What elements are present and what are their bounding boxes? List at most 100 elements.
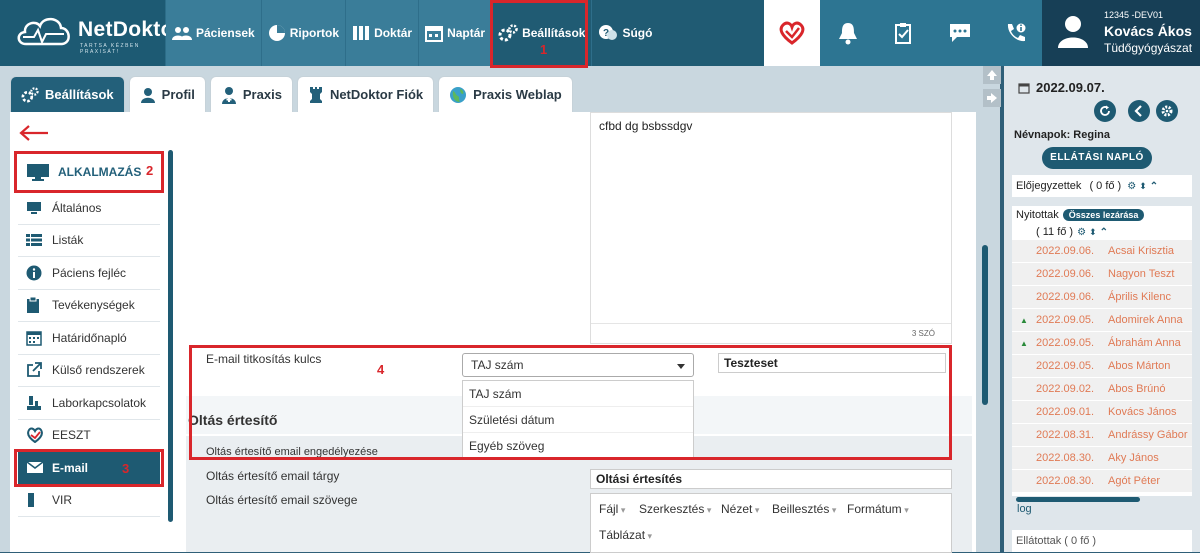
bell-icon (839, 23, 857, 45)
sidebar-item-altalanos[interactable]: Általános (18, 192, 160, 225)
nav-naptar[interactable]: Naptár (419, 0, 493, 66)
nav-paciensek[interactable]: Páciensek (166, 0, 262, 66)
sidebar-item-label: EESZT (52, 428, 91, 443)
list-item[interactable]: 2022.09.01. Kovács János (1012, 401, 1192, 424)
tab-praxis[interactable]: Praxis (209, 76, 293, 112)
sidebar-item-listak[interactable]: Listák (18, 225, 160, 257)
sidebar-item-eeszt[interactable]: EESZT (18, 420, 160, 452)
collapse-icon[interactable]: ⌃ (1100, 227, 1108, 238)
log-link[interactable]: log (1017, 503, 1032, 515)
sidebar-item-label: Tevékenységek (52, 298, 135, 313)
list-item[interactable]: 2022.09.05. Abos Márton (1012, 355, 1192, 378)
email-key-select[interactable]: TAJ szám (462, 353, 694, 377)
arrow-up-icon (987, 70, 997, 80)
booked-header[interactable]: Előjegyzettek ( 0 fő ) ⚙ ⬍ ⌃ (1012, 175, 1192, 197)
tab-label: NetDoktor Fiók (329, 87, 424, 102)
menu-formatum[interactable]: Formátum ▾ (847, 502, 909, 516)
messages-button[interactable] (932, 0, 988, 66)
sort-icon[interactable]: ⬍ (1139, 181, 1147, 192)
sidebar-item-tevekenysegek[interactable]: Tevékenységek (18, 290, 160, 322)
tab-profil[interactable]: Profil (128, 76, 206, 112)
prev-button[interactable] (1128, 100, 1150, 122)
nav-doktar[interactable]: Doktár (346, 0, 420, 66)
oltas-subject-input[interactable]: Oltási értesítés (590, 469, 952, 489)
user-profile[interactable]: 12345 -DEV01 Kovács Ákos Tüdőgyógyászat (1042, 0, 1200, 66)
scroll-right-button[interactable] (983, 89, 1001, 107)
globe-icon (450, 86, 467, 103)
open-patient-list: 2022.09.06. Acsai Krisztia 2022.09.06. Nag… (1012, 240, 1192, 496)
monitor-icon (26, 201, 46, 215)
gear-icon[interactable]: ⚙ (1077, 227, 1086, 238)
gear-icon[interactable]: ⚙ (1127, 181, 1136, 192)
arrow-right-icon (987, 93, 997, 103)
tab-praxis-weblap[interactable]: Praxis Weblap (438, 76, 573, 112)
sort-icon[interactable]: ⬍ (1089, 227, 1097, 238)
menu-szerkesztes[interactable]: Szerkesztés ▾ (639, 502, 711, 516)
sidebar-scrollbar[interactable] (168, 150, 173, 522)
sidebar-item-email[interactable]: E-mail (18, 452, 160, 485)
email-key-custom-input[interactable]: Teszteset (718, 353, 946, 373)
collapse-icon[interactable]: ⌃ (1150, 181, 1158, 192)
nav-label: Doktár (374, 26, 413, 40)
calls-button[interactable] (988, 0, 1044, 66)
tab-beallitasok[interactable]: Beállítások (10, 76, 125, 112)
list-item[interactable]: 2022.08.30. Aky János (1012, 447, 1192, 470)
menu-nezet[interactable]: Nézet ▾ (721, 502, 759, 516)
editor-text: cfbd dg bsbssdgv (599, 119, 693, 133)
list-item[interactable]: 2022.08.30. Agót Péter (1012, 470, 1192, 493)
top-bar: NetDoktor TARTSA KÉZBEN PRAXISÁT! Pácien… (0, 0, 1200, 66)
dropdown-option-egyeb-szoveg[interactable]: Egyéb szöveg (463, 433, 693, 459)
sidebar-group-alkalmazas[interactable]: ALKALMAZÁS (18, 152, 160, 192)
booked-count: ( 0 fő ) (1089, 180, 1122, 192)
info-icon (26, 265, 46, 281)
list-scrollbar[interactable] (1016, 497, 1140, 502)
list-item[interactable]: ▲ 2022.09.05. Ábrahám Anna (1012, 332, 1192, 355)
app-tagline: TARTSA KÉZBEN PRAXISÁT! (80, 43, 140, 55)
close-all-button[interactable]: Összes lezárása (1062, 209, 1145, 221)
right-panel: 2022.09.07. Névnapok: Regina ELLÁTÁSI NA… (1004, 66, 1200, 552)
sidebar-item-label: Határidőnapló (52, 330, 127, 345)
list-item[interactable]: 2022.09.06. Acsai Krisztia (1012, 240, 1192, 263)
settings-tabs: Beállítások Profil Praxis NetDoktor Fiók… (10, 76, 573, 112)
rich-text-editor[interactable]: cfbd dg bsbssdgv 3 SZÓ (590, 112, 952, 344)
menu-tablazat[interactable]: Táblázat ▾ (599, 528, 652, 542)
list-item[interactable]: 2022.08.31. Andrássy Gábor (1012, 424, 1192, 447)
app-logo[interactable]: NetDoktor TARTSA KÉZBEN PRAXISÁT! (0, 0, 182, 66)
care-log-button[interactable]: ELLÁTÁSI NAPLÓ (1042, 147, 1152, 169)
sidebar-item-paciens-fejlec[interactable]: Páciens fejléc (18, 257, 160, 290)
tasks-button[interactable] (876, 0, 932, 66)
list-item[interactable]: 2022.09.02. Abos Brúnó (1012, 378, 1192, 401)
list-item[interactable]: ▲ 2022.09.05. Adomirek Anna (1012, 309, 1192, 332)
calendar-icon (1018, 82, 1030, 94)
served-section[interactable]: Ellátottak ( 0 fő ) (1012, 530, 1192, 552)
refresh-button[interactable] (1094, 100, 1116, 122)
calendar-grid-icon (26, 330, 46, 346)
list-item[interactable]: 2022.09.06. Április Kilenc (1012, 286, 1192, 309)
back-arrow-icon[interactable] (18, 124, 50, 142)
notifications-button[interactable] (820, 0, 876, 66)
sidebar-item-laborkapcsolatok[interactable]: Laborkapcsolatok (18, 387, 160, 420)
svg-text:?: ? (603, 28, 609, 39)
open-count-row: ( 11 fő ) ⚙ ⬍ ⌃ (1012, 224, 1192, 240)
phone-info-icon (1007, 22, 1027, 42)
nav-riportok[interactable]: Riportok (261, 0, 347, 66)
gears-icon (498, 24, 518, 42)
highlight-number-4: 4 (377, 362, 385, 377)
open-label: Nyitottak (1016, 209, 1059, 221)
sidebar-item-hataridonaplo[interactable]: Határidőnapló (18, 322, 160, 355)
email-key-label: E-mail titkosítás kulcs (206, 352, 322, 366)
nav-label: Beállítások (522, 26, 586, 40)
sidebar-item-vir[interactable]: VIR (18, 485, 160, 517)
menu-beillesztes[interactable]: Beillesztés ▾ (772, 502, 836, 516)
dropdown-option-taj[interactable]: TAJ szám (463, 381, 693, 407)
dropdown-option-szuletesi-datum[interactable]: Születési dátum (463, 407, 693, 433)
tab-netdoktor-fiok[interactable]: NetDoktor Fiók (296, 76, 435, 112)
sidebar-item-kulso-rendszerek[interactable]: Külső rendszerek (18, 355, 160, 387)
settings-button[interactable] (1156, 100, 1178, 122)
oltas-subject-label: Oltás értesítő email tárgy (206, 469, 340, 483)
scroll-up-button[interactable] (983, 66, 1001, 84)
menu-fajl[interactable]: Fájl ▾ (599, 502, 625, 516)
nav-sugo[interactable]: ? Súgó (592, 0, 659, 66)
list-item[interactable]: 2022.09.06. Nagyon Teszt (1012, 263, 1192, 286)
content-scrollbar[interactable] (982, 245, 988, 405)
